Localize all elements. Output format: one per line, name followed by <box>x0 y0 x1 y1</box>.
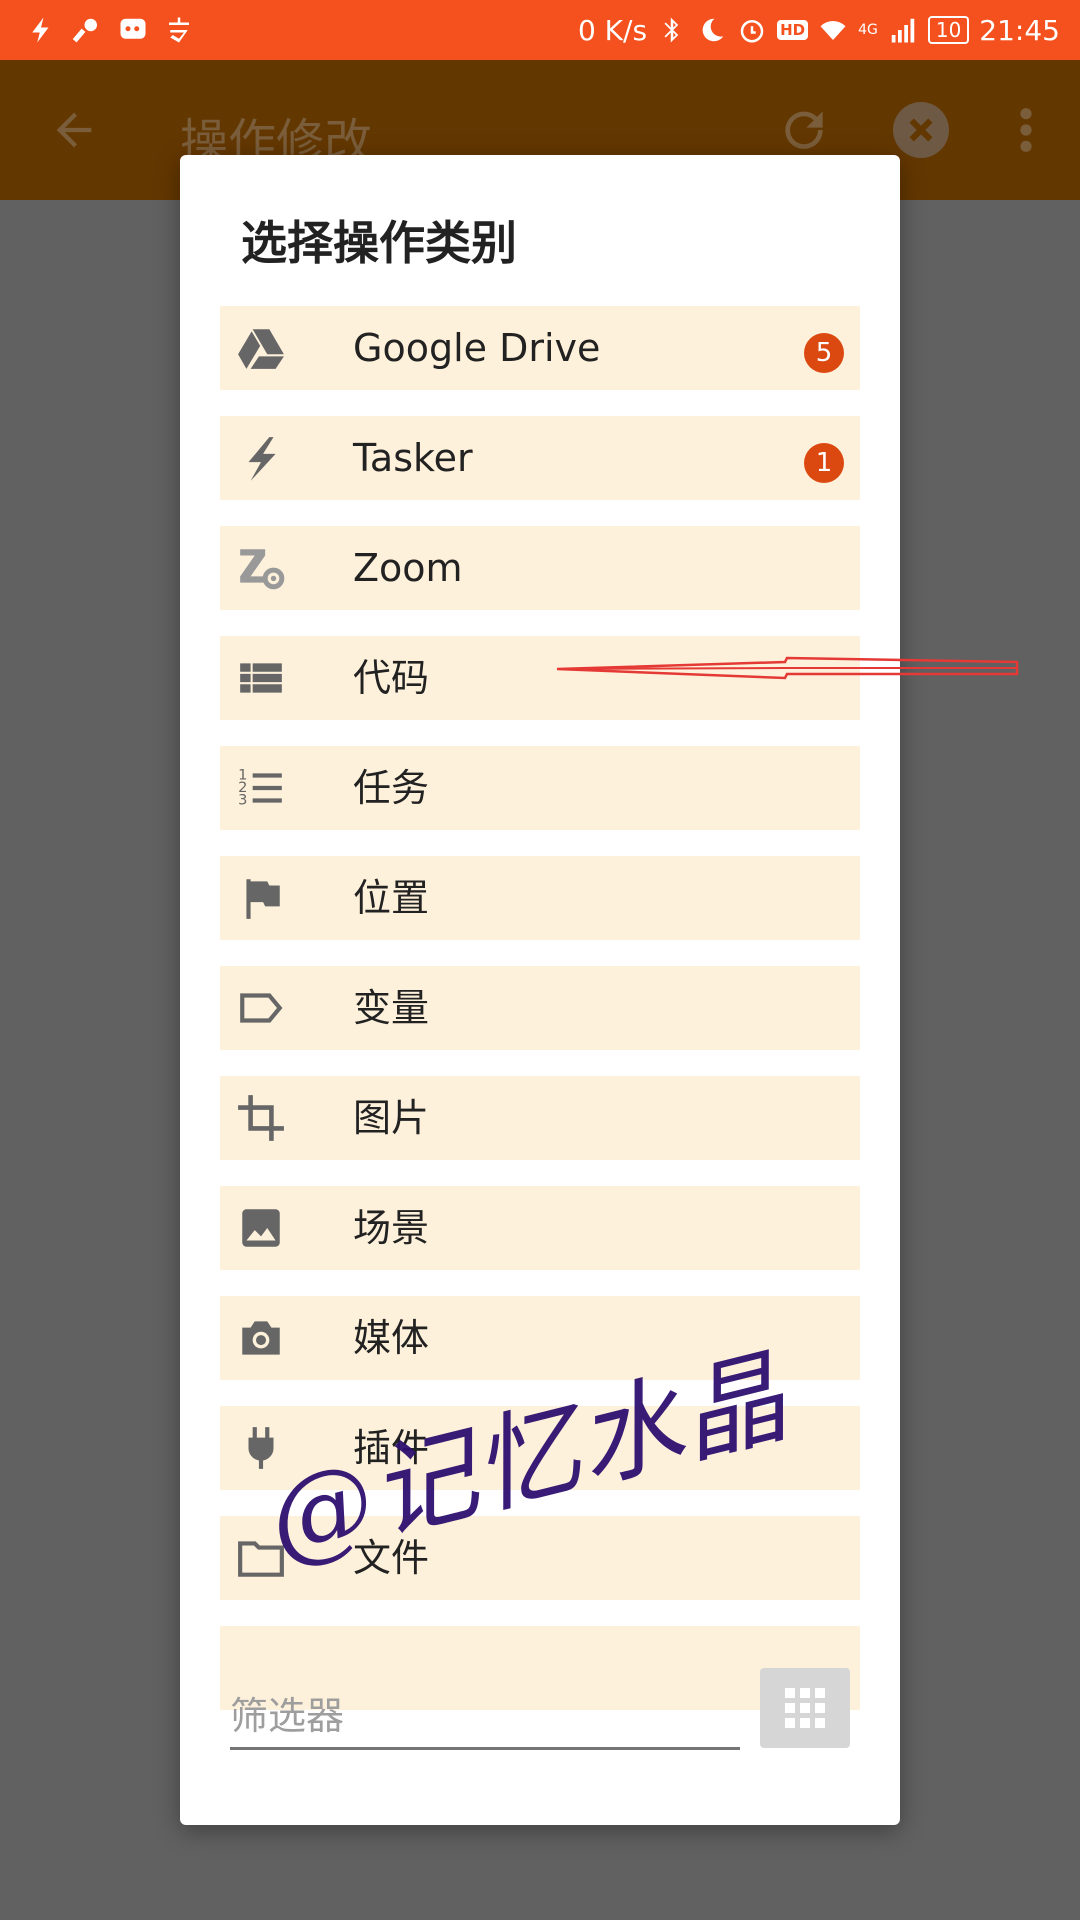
category-item-tasker[interactable]: Tasker 1 <box>220 416 860 500</box>
count-badge: 5 <box>804 333 844 373</box>
category-item-image[interactable]: 图片 <box>220 1076 860 1160</box>
key-notification-icon <box>72 15 102 45</box>
more-vert-icon[interactable] <box>1008 102 1044 158</box>
alipay-notification-icon <box>164 15 194 45</box>
network-speed: 0 K/s <box>577 13 648 47</box>
numbered-list-icon: 123 <box>236 763 286 813</box>
annotation-arrow <box>556 656 1019 680</box>
category-label: 位置 <box>353 876 430 920</box>
close-icon[interactable] <box>893 102 949 158</box>
category-item-task[interactable]: 123 任务 <box>220 746 860 830</box>
tasker-bolt-icon <box>236 433 286 483</box>
signal-icon <box>888 15 918 45</box>
code-list-icon <box>236 653 286 703</box>
wifi-icon <box>818 15 848 45</box>
status-bar-system: 0 K/s HD 4G 10 21:45 <box>578 8 1060 52</box>
grid-icon <box>785 1688 825 1728</box>
reload-icon[interactable] <box>776 102 832 158</box>
category-item-location[interactable]: 位置 <box>220 856 860 940</box>
google-drive-icon <box>236 323 286 373</box>
camera-icon <box>236 1313 286 1363</box>
label-tag-icon <box>236 983 286 1033</box>
category-item-variable[interactable]: 变量 <box>220 966 860 1050</box>
moon-icon <box>697 15 727 45</box>
hd-badge: HD <box>777 20 809 40</box>
grid-view-button[interactable] <box>760 1668 850 1748</box>
back-arrow-icon[interactable] <box>48 104 100 156</box>
category-label: 变量 <box>353 986 430 1030</box>
alarm-icon <box>737 15 767 45</box>
battery-indicator: 10 <box>927 16 970 44</box>
category-label: Tasker <box>353 436 473 480</box>
dialog-title: 选择操作类别 <box>241 216 517 270</box>
bluetooth-icon <box>657 15 687 45</box>
count-badge: 1 <box>804 443 844 483</box>
category-label: Zoom <box>353 546 463 590</box>
category-label: 媒体 <box>353 1316 430 1360</box>
flag-icon <box>236 873 286 923</box>
category-label: 场景 <box>353 1206 430 1250</box>
tasker-notification-icon <box>26 15 56 45</box>
network-type: 4G <box>858 22 878 38</box>
category-label: 图片 <box>353 1096 430 1140</box>
zoom-icon <box>236 543 286 593</box>
category-label: Google Drive <box>353 326 601 370</box>
category-item-zoom[interactable]: Zoom <box>220 526 860 610</box>
status-bar-notifications <box>26 10 194 50</box>
chat-notification-icon <box>118 15 148 45</box>
image-icon <box>236 1203 286 1253</box>
filter-input[interactable] <box>230 1685 740 1750</box>
svg-text:3: 3 <box>238 792 247 809</box>
category-label: 任务 <box>353 766 430 810</box>
clock: 21:45 <box>979 13 1060 47</box>
category-item-google-drive[interactable]: Google Drive 5 <box>220 306 860 390</box>
category-item-scene[interactable]: 场景 <box>220 1186 860 1270</box>
crop-icon <box>236 1093 286 1143</box>
category-label: 代码 <box>353 656 430 700</box>
status-bar: 0 K/s HD 4G 10 21:45 <box>0 0 1080 60</box>
